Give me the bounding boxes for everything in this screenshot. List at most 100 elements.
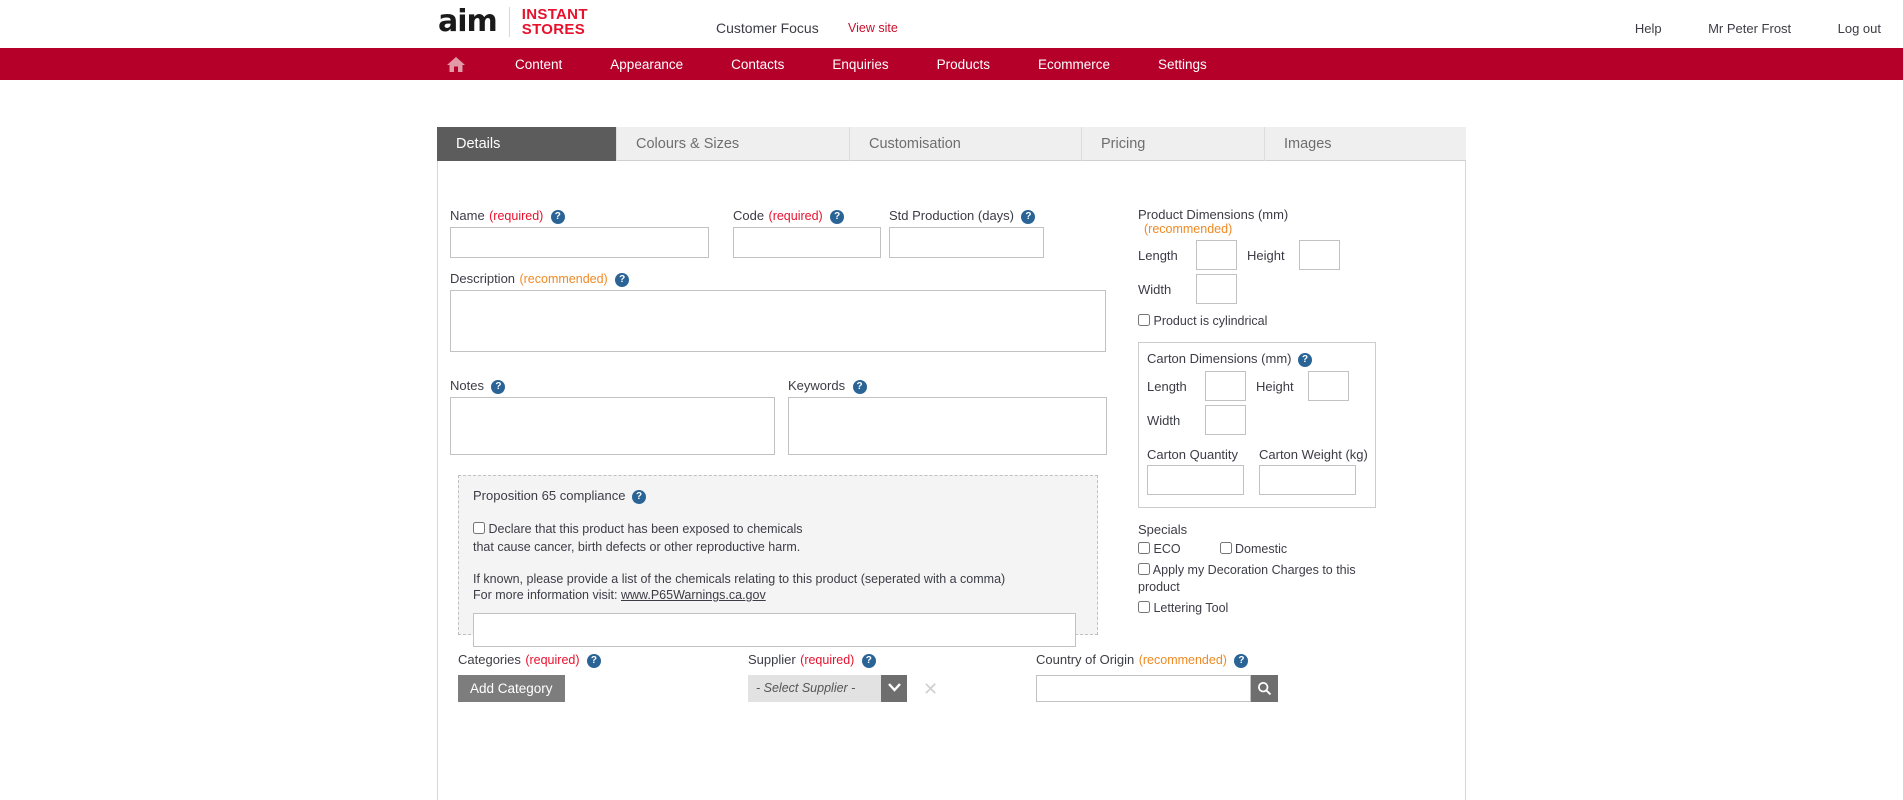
supplier-label-row: Supplier (required) ?	[748, 651, 938, 671]
categories-label-row: Categories (required) ?	[458, 651, 601, 671]
product-cylindrical-checkbox[interactable]	[1138, 314, 1150, 326]
brand-logo[interactable]: aim INSTANT STORES	[438, 7, 588, 37]
logout-link[interactable]: Log out	[1838, 21, 1881, 36]
tab-customisation[interactable]: Customisation	[850, 127, 1082, 161]
country-of-origin-recommended-flag: (recommended)	[1138, 653, 1227, 667]
description-textarea[interactable]	[450, 290, 1106, 352]
carton-weight-group: Carton Weight (kg)	[1259, 447, 1368, 495]
prop65-warnings-link[interactable]: www.P65Warnings.ca.gov	[621, 588, 766, 602]
description-label: Description	[450, 271, 516, 286]
specials-lettering-tool-checkbox[interactable]	[1138, 601, 1150, 613]
std-production-input[interactable]	[889, 227, 1044, 258]
product-dimensions-recommended-flag: (recommended)	[1144, 222, 1233, 236]
supplier-select[interactable]: - Select Supplier -	[748, 675, 881, 702]
keywords-textarea[interactable]	[788, 397, 1107, 455]
keywords-help-icon[interactable]: ?	[852, 380, 867, 394]
tab-pricing[interactable]: Pricing	[1082, 127, 1265, 161]
categories-label: Categories	[458, 652, 521, 667]
description-field-group: Description (recommended) ?	[450, 270, 1106, 357]
carton-quantity-input[interactable]	[1147, 465, 1244, 495]
description-recommended-flag: (recommended)	[519, 272, 608, 286]
specials-domestic-checkbox[interactable]	[1219, 542, 1232, 554]
tab-colours-sizes[interactable]: Colours & Sizes	[617, 127, 850, 161]
notes-textarea[interactable]	[450, 397, 775, 455]
categories-help-icon[interactable]: ?	[586, 654, 601, 668]
specials-decoration-row: Apply my Decoration Charges to this prod…	[1138, 562, 1448, 596]
keywords-label: Keywords	[788, 378, 846, 393]
nav-item-settings[interactable]: Settings	[1158, 57, 1207, 72]
carton-quantity-group: Carton Quantity	[1147, 447, 1244, 495]
left-form-column: Name (required) ? Code (required) ? Std …	[450, 207, 1278, 702]
std-production-field-group: Std Production (days) ?	[889, 207, 1044, 258]
product-length-input[interactable]	[1196, 240, 1237, 270]
code-input[interactable]	[733, 227, 881, 258]
supplier-select-wrap: - Select Supplier - ✕	[748, 675, 938, 702]
country-of-origin-group: Country of Origin (recommended) ?	[1036, 651, 1278, 702]
product-dimensions-section: Product Dimensions (mm) (recommended) Le…	[1138, 207, 1448, 328]
carton-dimensions-title-row: Carton Dimensions (mm) ?	[1147, 351, 1365, 367]
carton-width-input[interactable]	[1205, 405, 1246, 435]
code-label-row: Code (required) ?	[733, 207, 881, 227]
country-of-origin-help-icon[interactable]: ?	[1234, 654, 1249, 668]
product-width-input[interactable]	[1196, 274, 1237, 304]
help-link[interactable]: Help	[1635, 21, 1662, 36]
carton-dimensions-title: Carton Dimensions (mm)	[1147, 351, 1292, 366]
product-width-label: Width	[1138, 281, 1172, 297]
tab-details[interactable]: Details	[437, 127, 617, 170]
prop65-declare-row: Declare that this product has been expos…	[473, 520, 1083, 556]
nav-item-ecommerce[interactable]: Ecommerce	[1038, 57, 1110, 72]
prop65-help-icon[interactable]: ?	[632, 490, 647, 504]
std-production-help-icon[interactable]: ?	[1021, 210, 1036, 224]
categories-group: Categories (required) ? Add Category	[458, 651, 601, 702]
home-icon[interactable]	[445, 55, 467, 73]
view-site-link[interactable]: View site	[848, 21, 898, 35]
nav-item-appearance[interactable]: Appearance	[610, 57, 683, 72]
code-required-flag: (required)	[768, 209, 823, 223]
keywords-label-row: Keywords ?	[788, 377, 1107, 397]
name-field-group: Name (required) ?	[450, 207, 709, 258]
std-production-label: Std Production (days)	[889, 208, 1015, 223]
name-input[interactable]	[450, 227, 709, 258]
name-label: Name	[450, 208, 485, 223]
search-icon[interactable]	[1251, 675, 1278, 702]
prop65-declare-checkbox[interactable]	[473, 522, 485, 534]
prop65-chemicals-textarea[interactable]	[473, 613, 1076, 647]
name-help-icon[interactable]: ?	[550, 210, 565, 224]
product-length-height-row: Length Height	[1138, 240, 1448, 270]
specials-decoration-charges-checkbox[interactable]	[1138, 563, 1150, 575]
notes-help-icon[interactable]: ?	[491, 380, 506, 394]
specials-decoration-line1: Apply my Decoration Charges to this	[1152, 563, 1356, 577]
logo-aim-text: aim	[438, 4, 498, 39]
specials-eco-checkbox[interactable]	[1138, 542, 1150, 554]
carton-height-input[interactable]	[1308, 371, 1349, 401]
code-help-icon[interactable]: ?	[830, 210, 845, 224]
tab-images[interactable]: Images	[1265, 127, 1446, 161]
chevron-down-icon[interactable]	[881, 675, 907, 702]
specials-section: Specials ECO Domestic Apply my Decoratio…	[1138, 522, 1448, 617]
carton-length-input[interactable]	[1205, 371, 1246, 401]
carton-dimensions-help-icon[interactable]: ?	[1298, 353, 1313, 367]
main-navigation: Content Appearance Contacts Enquiries Pr…	[0, 48, 1903, 80]
supplier-label: Supplier	[748, 652, 796, 667]
nav-item-content[interactable]: Content	[515, 57, 562, 72]
specials-lettering-row: Lettering Tool	[1138, 600, 1448, 617]
description-help-icon[interactable]: ?	[615, 273, 630, 287]
close-icon[interactable]: ✕	[923, 680, 938, 698]
top-bar: aim INSTANT STORES Customer Focus View s…	[0, 0, 1903, 48]
top-right-links: Help Mr Peter Frost Log out	[1635, 20, 1903, 38]
nav-item-enquiries[interactable]: Enquiries	[832, 57, 888, 72]
nav-item-contacts[interactable]: Contacts	[731, 57, 784, 72]
carton-weight-input[interactable]	[1259, 465, 1356, 495]
prop65-declare-line1: Declare that this product has been expos…	[488, 522, 803, 536]
std-production-label-row: Std Production (days) ?	[889, 207, 1044, 227]
carton-weight-label: Carton Weight (kg)	[1259, 447, 1368, 462]
country-of-origin-input[interactable]	[1036, 675, 1251, 702]
carton-length-height-row: Length Height	[1147, 371, 1365, 401]
add-category-button[interactable]: Add Category	[458, 675, 565, 702]
user-account-link[interactable]: Mr Peter Frost	[1708, 21, 1791, 36]
prop65-info-line1: If known, please provide a list of the c…	[473, 572, 1006, 586]
name-code-row: Name (required) ? Code (required) ? Std …	[450, 207, 1120, 265]
product-height-input[interactable]	[1299, 240, 1340, 270]
supplier-help-icon[interactable]: ?	[861, 654, 876, 668]
nav-item-products[interactable]: Products	[937, 57, 990, 72]
